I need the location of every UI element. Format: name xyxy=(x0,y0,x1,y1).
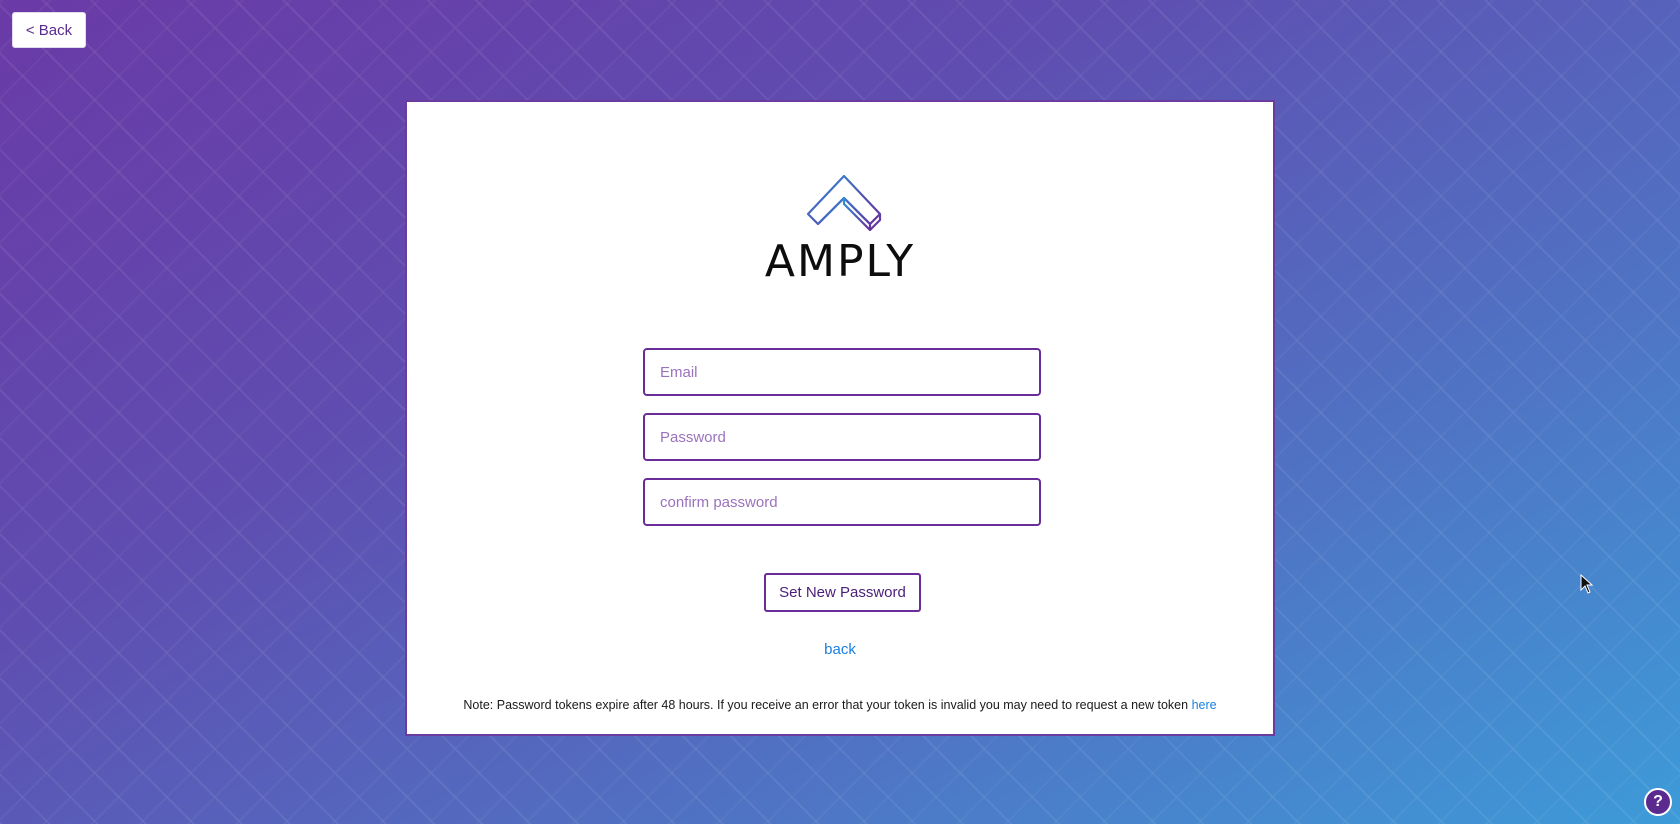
brand-wordmark: AMPLY xyxy=(764,236,916,287)
request-token-link[interactable]: here xyxy=(1192,698,1217,712)
token-expiry-note: Note: Password tokens expire after 48 ho… xyxy=(407,698,1273,712)
back-link[interactable]: back xyxy=(824,641,856,658)
mouse-cursor-icon xyxy=(1580,574,1594,594)
email-input[interactable] xyxy=(643,348,1041,396)
amply-chevron-logo-icon xyxy=(806,174,882,232)
note-text: Note: Password tokens expire after 48 ho… xyxy=(463,698,1192,712)
help-question-icon[interactable]: ? xyxy=(1644,788,1672,816)
confirm-password-input[interactable] xyxy=(643,478,1041,526)
password-input[interactable] xyxy=(643,413,1041,461)
set-new-password-button[interactable]: Set New Password xyxy=(764,573,921,612)
reset-password-card: AMPLY Set New Password back Note: Passwo… xyxy=(405,100,1275,736)
back-link-row: back xyxy=(407,641,1273,658)
top-back-button[interactable]: < Back xyxy=(12,12,86,48)
